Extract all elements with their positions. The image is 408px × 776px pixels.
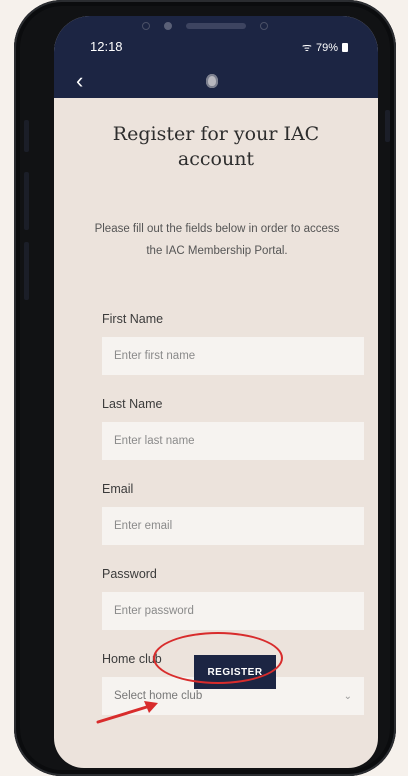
phone-side-button [24,120,29,152]
chevron-down-icon: ⌄ [343,690,352,702]
battery-percent: 79% [315,41,338,54]
camera-cutout [142,22,268,30]
stage: 12:18 ᯤ 79% ‹ Register for your IAC acco… [0,0,408,776]
battery-icon [342,43,348,52]
annotation-circle [153,632,283,684]
speaker-icon [186,23,246,29]
sensor-icon [142,22,150,30]
email-input[interactable] [102,507,364,545]
password-label: Password [102,567,157,581]
last-name-label: Last Name [102,397,163,411]
annotation-arrow-icon [96,701,158,724]
intro-text: Please fill out the fields below in orde… [94,223,340,257]
first-name-input[interactable] [102,337,364,375]
sensor-icon [260,22,268,30]
phone-side-button [24,242,29,300]
last-name-input[interactable] [102,422,364,460]
first-name-label: First Name [102,312,164,326]
email-label: Email [102,482,134,496]
password-input[interactable] [102,592,364,630]
app-logo-icon [206,74,218,88]
nav-bar: ‹ [54,64,378,98]
phone-side-button [385,110,390,142]
back-chevron-icon[interactable]: ‹ [76,68,83,94]
status-indicators: ᯤ 79% [302,40,348,55]
signal-icon: ᯤ [301,42,312,54]
status-bar: 12:18 ᯤ 79% [54,16,378,64]
camera-icon [164,22,172,30]
status-time: 12:18 [90,39,123,54]
phone-side-button [24,172,29,230]
page-title: Register for your IAC account [112,123,320,170]
